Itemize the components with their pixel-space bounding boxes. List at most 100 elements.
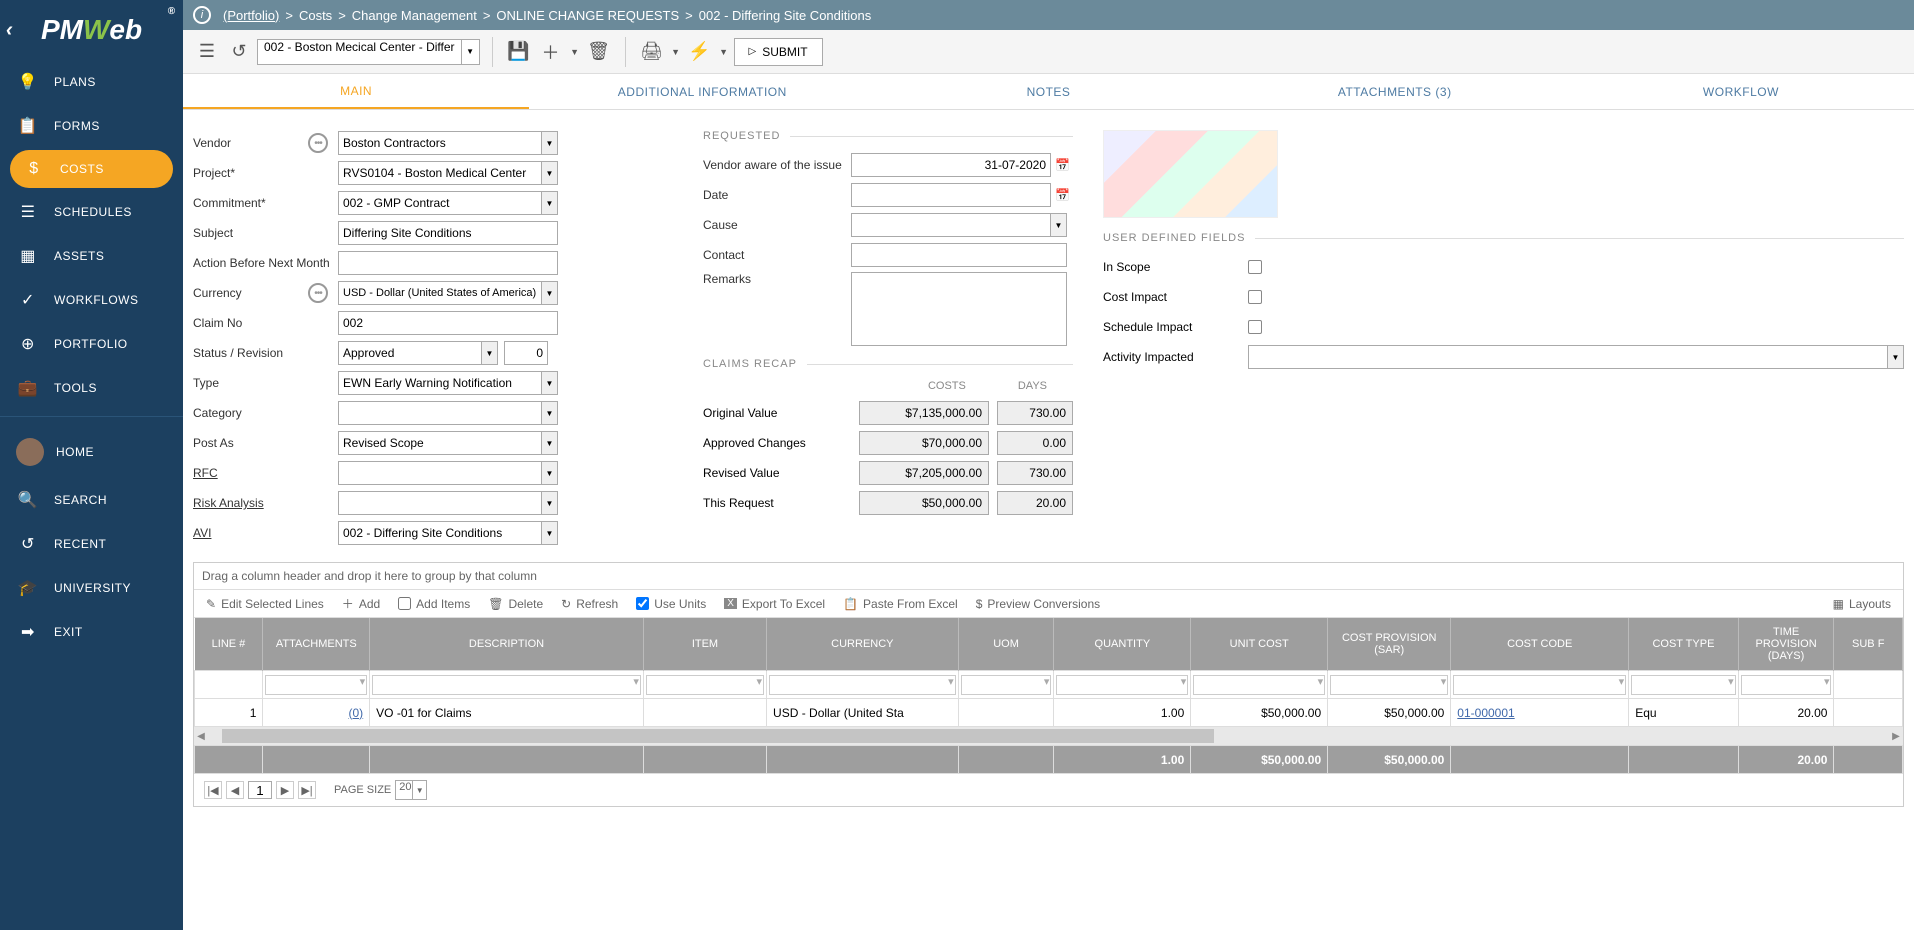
funnel-icon[interactable]: ▾	[1619, 675, 1625, 688]
save-icon[interactable]: 💾	[505, 38, 533, 66]
filter-input[interactable]	[1631, 675, 1735, 695]
tab-attachments[interactable]: ATTACHMENTS (3)	[1222, 74, 1568, 109]
bolt-icon[interactable]: ⚡	[686, 38, 714, 66]
funnel-icon[interactable]: ▾	[633, 675, 639, 688]
funnel-icon[interactable]: ▾	[948, 675, 954, 688]
preview-button[interactable]: $Preview Conversions	[976, 597, 1100, 611]
history-icon[interactable]: ↺	[225, 38, 253, 66]
contact-input[interactable]	[851, 243, 1067, 267]
col-quantity[interactable]: QUANTITY	[1054, 618, 1191, 671]
filter-input[interactable]	[1453, 675, 1626, 695]
filter-input[interactable]	[769, 675, 956, 695]
aware-date-input[interactable]: 31-07-2020	[851, 153, 1051, 177]
col-sub[interactable]: SUB F	[1834, 618, 1903, 671]
sidebar-item-workflows[interactable]: ✓WORKFLOWS	[0, 278, 183, 322]
currency-select[interactable]: USD - Dollar (United States of America)▼	[338, 281, 558, 305]
attachments-link[interactable]: (0)	[349, 706, 364, 720]
breadcrumb-root[interactable]: (Portfolio)	[223, 8, 279, 23]
rfc-select[interactable]: ▼	[338, 461, 558, 485]
layouts-button[interactable]: ▦Layouts	[1833, 597, 1891, 611]
action-input[interactable]	[338, 251, 558, 275]
tab-workflow[interactable]: WORKFLOW	[1568, 74, 1914, 109]
currency-more-icon[interactable]: •••	[308, 283, 328, 303]
udf-cost-checkbox[interactable]	[1248, 290, 1262, 304]
print-icon[interactable]: 🖨	[638, 38, 666, 66]
col-item[interactable]: ITEM	[643, 618, 766, 671]
postas-select[interactable]: Revised Scope▼	[338, 431, 558, 455]
vendor-select[interactable]: Boston Contractors▼	[338, 131, 558, 155]
calendar-icon[interactable]: 📅	[1055, 188, 1070, 202]
add-items-button[interactable]: Add Items	[398, 597, 470, 611]
udf-scope-checkbox[interactable]	[1248, 260, 1262, 274]
claimno-input[interactable]: 002	[338, 311, 558, 335]
sidebar-item-forms[interactable]: 📋FORMS	[0, 104, 183, 148]
delete-button[interactable]: 🗑Delete	[488, 597, 543, 611]
filter-input[interactable]	[372, 675, 641, 695]
status-select[interactable]: Approved▼	[338, 341, 498, 365]
sidebar-item-home[interactable]: HOME	[0, 426, 183, 478]
add-button[interactable]: ＋Add	[342, 595, 380, 612]
print-dropdown-icon[interactable]: ▼	[670, 38, 682, 66]
col-currency[interactable]: CURRENCY	[767, 618, 959, 671]
date-input[interactable]	[851, 183, 1051, 207]
refresh-button[interactable]: ↻Refresh	[561, 597, 618, 611]
info-icon[interactable]: i	[193, 6, 211, 24]
col-costtype[interactable]: COST TYPE	[1629, 618, 1738, 671]
paste-button[interactable]: 📋Paste From Excel	[843, 597, 958, 611]
col-unitcost[interactable]: UNIT COST	[1191, 618, 1328, 671]
funnel-icon[interactable]: ▾	[360, 675, 366, 688]
edit-lines-button[interactable]: ✎Edit Selected Lines	[206, 597, 324, 611]
sidebar-item-recent[interactable]: ↺RECENT	[0, 522, 183, 566]
revision-input[interactable]: 0	[504, 341, 548, 365]
funnel-icon[interactable]: ▾	[1824, 675, 1830, 688]
tab-additional[interactable]: ADDITIONAL INFORMATION	[529, 74, 875, 109]
add-dropdown-icon[interactable]: ▼	[569, 38, 581, 66]
calendar-icon[interactable]: 📅	[1055, 158, 1070, 172]
sidebar-item-assets[interactable]: ▦ASSETS	[0, 234, 183, 278]
page-prev-button[interactable]: ◀	[226, 781, 244, 799]
filter-input[interactable]	[265, 675, 367, 695]
col-provision[interactable]: COST PROVISION (SAR)	[1328, 618, 1451, 671]
filter-input[interactable]	[1330, 675, 1448, 695]
funnel-icon[interactable]: ▾	[1181, 675, 1187, 688]
sidebar-item-exit[interactable]: ➡EXIT	[0, 610, 183, 654]
filter-input[interactable]	[1056, 675, 1188, 695]
type-select[interactable]: EWN Early Warning Notification▼	[338, 371, 558, 395]
risk-select[interactable]: ▼	[338, 491, 558, 515]
avi-link[interactable]: AVI	[193, 526, 211, 540]
col-line[interactable]: LINE #	[195, 618, 263, 671]
project-select[interactable]: RVS0104 - Boston Medical Center▼	[338, 161, 558, 185]
remarks-textarea[interactable]	[851, 272, 1067, 346]
page-first-button[interactable]: |◀	[204, 781, 222, 799]
sidebar-item-search[interactable]: 🔍SEARCH	[0, 478, 183, 522]
use-units-toggle[interactable]: Use Units	[636, 597, 706, 611]
page-input[interactable]	[248, 781, 272, 799]
table-row[interactable]: 1 (0) VO -01 for Claims USD - Dollar (Un…	[195, 699, 1903, 727]
rfc-link[interactable]: RFC	[193, 466, 218, 480]
subject-input[interactable]: Differing Site Conditions	[338, 221, 558, 245]
sidebar-item-tools[interactable]: 💼TOOLS	[0, 366, 183, 410]
sidebar-item-costs[interactable]: $COSTS	[10, 150, 173, 188]
tab-main[interactable]: MAIN	[183, 74, 529, 109]
sidebar-item-schedules[interactable]: ☰SCHEDULES	[0, 190, 183, 234]
vendor-more-icon[interactable]: •••	[308, 133, 328, 153]
delete-icon[interactable]: 🗑	[585, 38, 613, 66]
filter-input[interactable]	[646, 675, 764, 695]
tab-notes[interactable]: NOTES	[875, 74, 1221, 109]
record-select[interactable]: 002 - Boston Mecical Center - Differ▼	[257, 39, 480, 65]
col-attachments[interactable]: ATTACHMENTS	[263, 618, 370, 671]
filter-input[interactable]	[961, 675, 1052, 695]
submit-button[interactable]: SUBMIT	[734, 38, 823, 66]
category-select[interactable]: ▼	[338, 401, 558, 425]
funnel-icon[interactable]: ▾	[1318, 675, 1324, 688]
risk-link[interactable]: Risk Analysis	[193, 496, 264, 510]
col-uom[interactable]: UOM	[958, 618, 1054, 671]
funnel-icon[interactable]: ▾	[1728, 675, 1734, 688]
commitment-select[interactable]: 002 - GMP Contract▼	[338, 191, 558, 215]
costcode-link[interactable]: 01-000001	[1457, 706, 1514, 720]
funnel-icon[interactable]: ▾	[757, 675, 763, 688]
filter-input[interactable]	[1741, 675, 1832, 695]
col-timeprov[interactable]: TIME PROVISION (DAYS)	[1738, 618, 1834, 671]
sidebar-item-portfolio[interactable]: ⊕PORTFOLIO	[0, 322, 183, 366]
bolt-dropdown-icon[interactable]: ▼	[718, 38, 730, 66]
